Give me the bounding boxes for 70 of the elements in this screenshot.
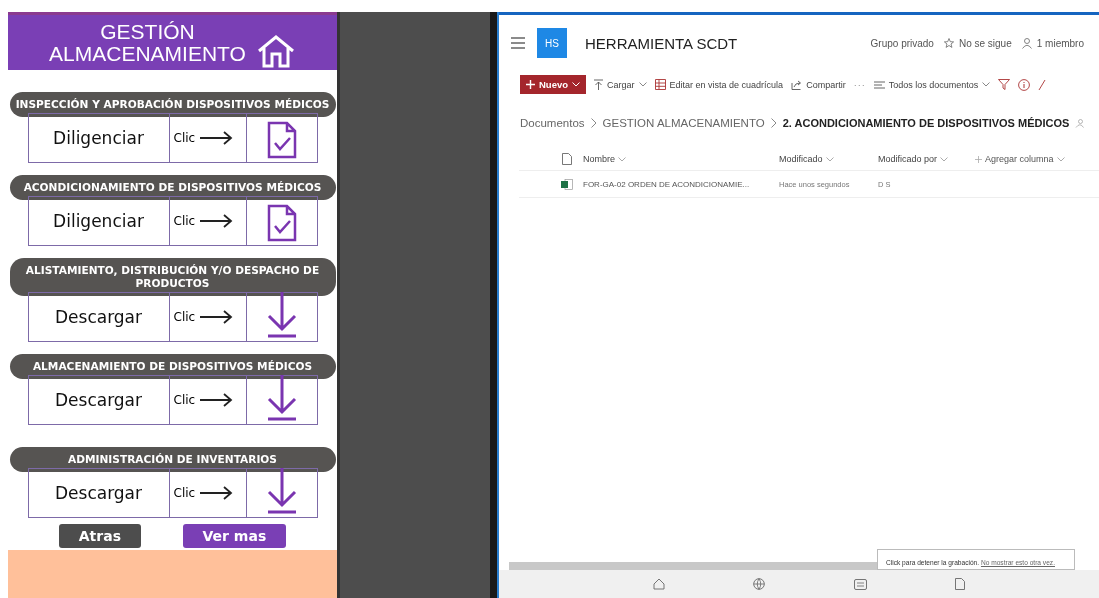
arrow-icon	[199, 214, 234, 228]
share-icon	[791, 79, 803, 90]
clic-label: Clic	[173, 393, 196, 407]
plus-icon	[526, 80, 535, 89]
info-icon[interactable]	[1018, 78, 1031, 91]
command-button[interactable]: Todos los documentos	[873, 79, 991, 90]
section-header: ALISTAMIENTO, DISTRIBUCIÓN Y/O DESPACHO DE PRODUCTOS	[9, 258, 336, 296]
back-button[interactable]: Atras	[58, 524, 141, 548]
clic-label: Clic	[173, 131, 196, 145]
home-icon[interactable]	[255, 33, 296, 68]
section-header: ALMACENAMIENTO DE DISPOSITIVOS MÉDICOS	[9, 354, 336, 379]
document-check-icon[interactable]	[266, 204, 297, 242]
excel-file-icon	[559, 178, 575, 190]
site-title: HERRAMIENTA SCDT	[585, 34, 738, 52]
file-name-link[interactable]: FOR-GA-02 ORDEN DE ACONDICIONAMIE...	[583, 179, 779, 189]
list-icon	[873, 80, 885, 89]
home-icon[interactable]	[653, 578, 666, 590]
document-icon[interactable]	[954, 578, 965, 590]
plus-icon	[975, 155, 982, 163]
person-icon[interactable]	[1021, 37, 1032, 49]
chevron-down-icon	[618, 156, 626, 162]
menu-icon[interactable]	[511, 37, 525, 49]
action-cell[interactable]: Descargar	[28, 376, 170, 424]
section-header: INSPECCIÓN Y APROBACIÓN DISPOSITIVOS MÉDICOS	[9, 92, 336, 117]
upload-icon	[594, 79, 604, 90]
clic-label: Clic	[173, 310, 196, 324]
grid-icon	[654, 79, 666, 90]
command-button[interactable]: Cargar	[594, 79, 647, 90]
app-title: GESTIÓN ALMACENAMIENTO	[49, 20, 246, 65]
action-cell[interactable]: Descargar	[28, 293, 170, 341]
file-type-icon	[559, 153, 575, 165]
clic-label: Clic	[173, 214, 196, 228]
chevron-down-icon	[982, 82, 991, 87]
column-header[interactable]: Nombre	[583, 154, 779, 164]
chevron-down-icon	[572, 82, 581, 87]
site-meta[interactable]: No se sigue	[958, 37, 1012, 49]
column-header[interactable]: Agregar columna	[975, 154, 1065, 164]
breadcrumb-item[interactable]: GESTION ALMACENAMIENTO	[602, 117, 765, 129]
chevron-down-icon	[825, 156, 834, 162]
breadcrumb-item[interactable]: 2. ACONDICIONAMIENTO DE DISPOSITIVOS MÉDICOS	[782, 117, 1070, 129]
command-button[interactable]: Editar en vista de cuadrícula	[654, 79, 784, 90]
document-check-icon[interactable]	[266, 121, 297, 159]
arrow-icon	[199, 131, 234, 145]
command-button[interactable]: Compartir	[791, 79, 846, 90]
action-cell[interactable]: Diligenciar	[28, 197, 170, 245]
globe-icon[interactable]	[753, 578, 766, 590]
site-logo: HS	[537, 28, 567, 58]
section-header: ACONDICIONAMIENTO DE DISPOSITIVOS MÉDICOS	[9, 175, 336, 200]
command-button[interactable]: ···	[853, 79, 866, 90]
column-header[interactable]: Modificado por	[878, 154, 975, 164]
site-meta[interactable]: 1 miembro	[1036, 37, 1084, 49]
breadcrumb-item[interactable]: Documentos	[520, 117, 585, 129]
arrow-icon	[199, 393, 234, 407]
new-button[interactable]: Nuevo	[520, 75, 587, 94]
filter-icon[interactable]	[998, 79, 1011, 90]
chevron-down-icon	[940, 156, 949, 162]
action-cell[interactable]: Descargar	[28, 469, 170, 517]
action-cell[interactable]: Diligenciar	[28, 114, 170, 162]
arrow-icon	[199, 486, 234, 500]
ver-mas-button[interactable]: Ver mas	[182, 524, 287, 548]
section-header: ADMINISTRACIÓN DE INVENTARIOS	[9, 447, 336, 472]
news-icon[interactable]	[853, 578, 867, 590]
people-icon	[1075, 118, 1085, 128]
arrow-icon	[199, 310, 234, 324]
column-header[interactable]: Modificado	[779, 154, 878, 164]
star-icon[interactable]	[943, 38, 954, 48]
clic-label: Clic	[173, 486, 196, 500]
site-meta: Grupo privado	[870, 37, 934, 49]
chevron-down-icon	[638, 82, 647, 87]
chevron-down-icon	[1056, 156, 1065, 162]
